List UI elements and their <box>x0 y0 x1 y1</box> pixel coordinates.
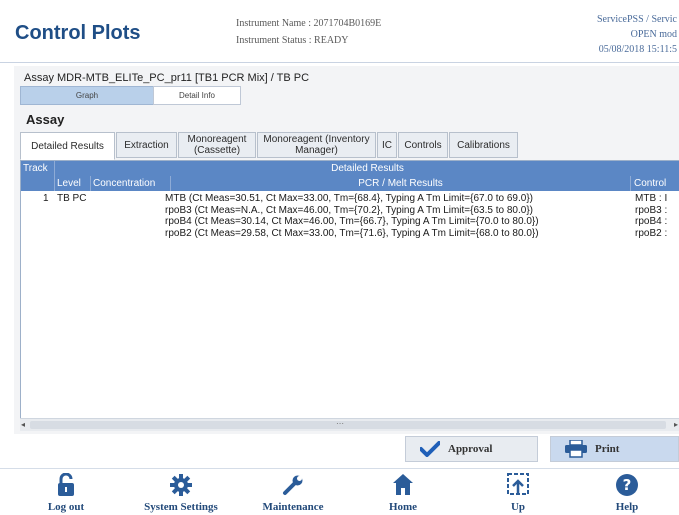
tab-ic[interactable]: IC <box>377 132 397 158</box>
cell-pcr-results: MTB (Ct Meas=30.51, Ct Max=33.00, Tm={68… <box>165 193 631 239</box>
cell-level: TB PC <box>57 193 87 204</box>
home-button[interactable]: Home <box>380 469 426 515</box>
help-icon: ? <box>616 474 638 496</box>
header-control[interactable]: Control <box>631 176 679 191</box>
logout-label: Log out <box>47 501 85 513</box>
tab-monoreagent-cassette[interactable]: Monoreagent (Cassette) <box>178 132 256 158</box>
cell-control: MTB : I rpoB3 : rpoB4 : rpoB2 : <box>635 193 679 239</box>
footer-nav: Log out System Settings Maintenance Home… <box>0 468 679 515</box>
header-detailed-results: Detailed Results <box>331 163 404 174</box>
user-name: ServicePSS / Servic <box>597 14 677 25</box>
assay-name: Assay MDR-MTB_ELITe_PC_pr11 [TB1 PCR Mix… <box>24 72 310 84</box>
maintenance-label: Maintenance <box>262 501 324 513</box>
header-track[interactable]: Track <box>21 161 55 176</box>
approval-button[interactable]: Approval <box>405 436 538 462</box>
scroll-left-icon[interactable]: ◂ <box>21 420 25 429</box>
pcr-line: rpoB4 (Ct Meas=30.14, Ct Max=46.00, Tm={… <box>165 216 539 227</box>
table-row[interactable]: 1 TB PC MTB (Ct Meas=30.51, Ct Max=33.00… <box>21 193 679 251</box>
cell-track: 1 <box>43 193 49 204</box>
approval-label: Approval <box>448 443 493 455</box>
scroll-grip-icon: ⋯ <box>336 419 344 428</box>
scroll-right-icon[interactable]: ▸ <box>674 420 678 429</box>
header-level[interactable]: Level <box>55 176 91 191</box>
control-line: rpoB3 : <box>635 204 668 216</box>
grid-header-columns: Level Concentration PCR / Melt Results C… <box>21 176 679 191</box>
pcr-line: rpoB2 (Ct Meas=29.58, Ct Max=33.00, Tm={… <box>165 227 539 239</box>
help-label: Help <box>615 501 639 513</box>
help-button[interactable]: ? Help <box>604 469 650 515</box>
unlock-icon <box>58 473 74 496</box>
control-line: rpoB4 : <box>635 216 668 227</box>
tab-monoreagent-inventory[interactable]: Monoreagent (Inventory Manager) <box>257 132 376 158</box>
datetime: 05/08/2018 15:11:5 <box>598 44 677 55</box>
up-arrow-icon <box>507 473 529 495</box>
main-content: Assay MDR-MTB_ELITe_PC_pr11 [TB1 PCR Mix… <box>14 66 679 434</box>
print-label: Print <box>595 443 620 455</box>
home-icon <box>393 474 413 495</box>
printer-icon <box>565 440 587 458</box>
control-line: MTB : I <box>635 193 668 204</box>
tab-controls[interactable]: Controls <box>398 132 448 158</box>
system-settings-label: System Settings <box>144 501 218 513</box>
instrument-status: Instrument Status : READY <box>236 35 349 46</box>
gear-icon <box>170 474 192 496</box>
instrument-name: Instrument Name : 2071704B0169E <box>236 18 382 29</box>
tab-detailed-results[interactable]: Detailed Results <box>20 132 115 160</box>
header-concentration[interactable]: Concentration <box>91 176 171 191</box>
print-button[interactable]: Print <box>550 436 679 462</box>
results-grid[interactable]: Track Detailed Results Level Concentrati… <box>20 160 679 424</box>
scroll-thumb[interactable] <box>30 421 666 429</box>
section-title: Assay <box>26 112 65 127</box>
control-plots-window: Control Plots Instrument Name : 2071704B… <box>0 0 679 515</box>
horizontal-scrollbar[interactable]: ◂ ⋯ ▸ <box>20 418 679 431</box>
logout-button[interactable]: Log out <box>38 469 94 515</box>
pcr-line: rpoB3 (Ct Meas=N.A., Ct Max=46.00, Tm={7… <box>165 204 533 216</box>
header-pcr-melt-results[interactable]: PCR / Melt Results <box>171 176 631 191</box>
home-label: Home <box>388 501 418 513</box>
header-bar: Control Plots Instrument Name : 2071704B… <box>0 0 679 63</box>
up-label: Up <box>510 501 526 513</box>
page-title: Control Plots <box>15 22 141 44</box>
tab-extraction[interactable]: Extraction <box>116 132 177 158</box>
grid-header-group: Track Detailed Results <box>21 161 679 176</box>
control-line: rpoB2 : <box>635 227 668 239</box>
wrench-icon <box>283 475 303 495</box>
instrument-info: Instrument Name : 2071704B0169E Instrume… <box>236 15 381 49</box>
maintenance-button[interactable]: Maintenance <box>252 469 334 515</box>
access-mode: OPEN mod <box>630 29 677 40</box>
svg-text:?: ? <box>623 476 632 494</box>
tab-detail-info[interactable]: Detail Info <box>153 86 241 105</box>
user-info: ServicePSS / Servic OPEN mod 05/08/2018 … <box>517 12 677 57</box>
checkmark-icon <box>420 441 440 457</box>
up-button[interactable]: Up <box>498 469 538 515</box>
pcr-line: MTB (Ct Meas=30.51, Ct Max=33.00, Tm={68… <box>165 193 533 204</box>
header-track-blank <box>21 176 55 191</box>
tab-graph[interactable]: Graph <box>20 86 154 105</box>
tab-calibrations[interactable]: Calibrations <box>449 132 518 158</box>
system-settings-button[interactable]: System Settings <box>134 469 228 515</box>
